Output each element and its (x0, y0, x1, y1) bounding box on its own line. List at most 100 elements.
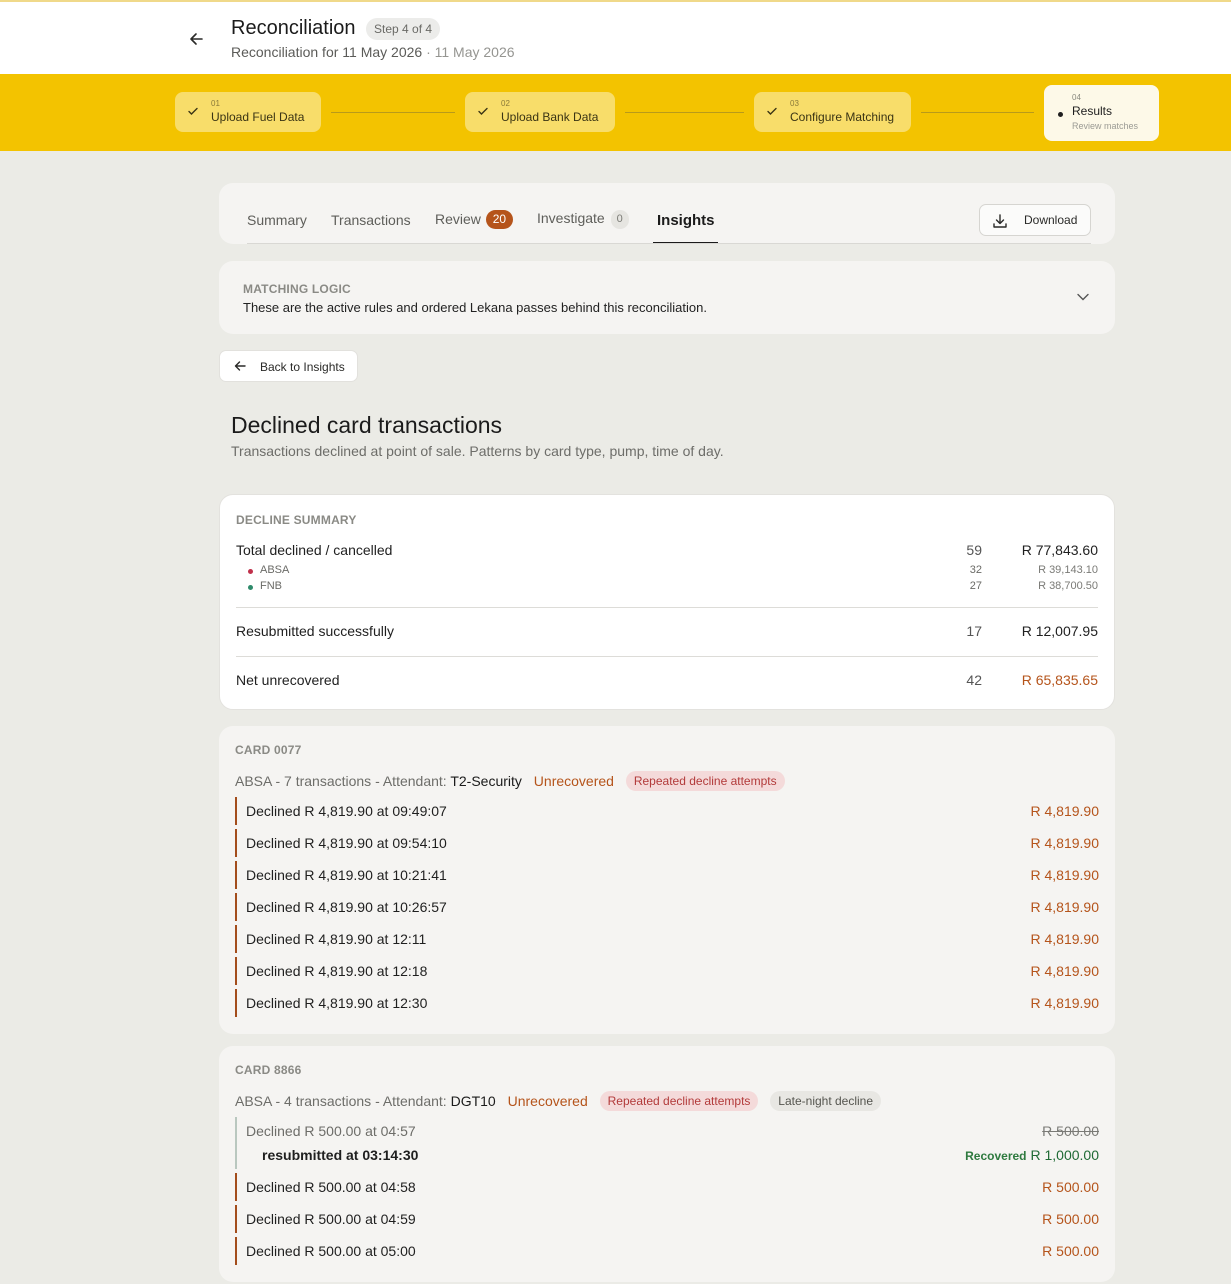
tag-repeated-decline: Repeated decline attempts (599, 1091, 759, 1111)
summary-count: 17 (966, 623, 982, 639)
transaction-row: Declined R 4,819.90 at 12:18 R 4,819.90 (235, 957, 1099, 985)
bank-count: 27 (969, 580, 982, 592)
download-icon (993, 214, 1007, 228)
transaction-text: Declined R 4,819.90 at 09:54:10 (246, 835, 447, 851)
step-number: 01 (211, 99, 220, 108)
page-title: Reconciliation (231, 17, 356, 39)
matching-logic-kicker: MATCHING LOGIC (243, 282, 351, 296)
transaction-text: Declined R 4,819.90 at 12:18 (246, 963, 428, 979)
transaction-row: Declined R 500.00 at 05:00 R 500.00 (235, 1237, 1099, 1265)
recovered-transaction-row: Declined R 500.00 at 04:57 R 500.00 resu… (235, 1117, 1099, 1169)
resubmitted-text: resubmitted at 03:14:30 (262, 1147, 419, 1163)
step-label: Upload Bank Data (501, 110, 599, 124)
back-to-insights-label: Back to Insights (260, 360, 345, 374)
tab-summary[interactable]: Summary (247, 212, 307, 228)
recovered-amount: R 1,000.00 (1030, 1147, 1100, 1163)
bank-dot-icon (248, 585, 253, 590)
summary-row-net: Net unrecovered 42 R 65,835.65 (236, 672, 1098, 688)
bank-count: 32 (969, 564, 982, 576)
transaction-amount: R 500.00 (1042, 1179, 1099, 1195)
card-meta: ABSA - 7 transactions - Attendant: T2-Se… (235, 771, 785, 791)
tab-transactions[interactable]: Transactions (331, 212, 411, 228)
subtitle-date: · 11 May 2026 (426, 44, 515, 60)
back-arrow-icon[interactable] (186, 28, 208, 50)
step-upload-fuel-data[interactable]: 01 Upload Fuel Data (175, 92, 321, 132)
step-results[interactable]: 04 Results Review matches (1044, 85, 1159, 141)
transaction-amount: R 4,819.90 (1030, 963, 1100, 979)
transaction-amount: R 4,819.90 (1030, 995, 1100, 1011)
transaction-text: Declined R 4,819.90 at 12:11 (246, 931, 427, 947)
arrow-left-icon (234, 361, 246, 371)
transaction-row: Declined R 500.00 at 04:58 R 500.00 (235, 1173, 1099, 1201)
transaction-text: Declined R 500.00 at 04:59 (246, 1211, 416, 1227)
transaction-amount: R 500.00 (1042, 1243, 1099, 1259)
page-subtitle: Reconciliation for 11 May 2026 · 11 May … (231, 44, 515, 60)
card-attendant: DGT10 (450, 1093, 496, 1109)
transaction-text: Declined R 4,819.90 at 10:26:57 (246, 899, 447, 915)
card-group-0077: CARD 0077 ABSA - 7 transactions - Attend… (219, 726, 1115, 1034)
transaction-row: Declined R 500.00 at 04:59 R 500.00 (235, 1205, 1099, 1233)
bank-name: ABSA (260, 564, 290, 576)
transaction-amount: R 4,819.90 (1030, 867, 1100, 883)
summary-row-total: Total declined / cancelled 59 R 77,843.6… (236, 542, 1098, 558)
summary-label: Resubmitted successfully (236, 623, 394, 639)
tab-investigate[interactable]: Investigate 0 (537, 210, 629, 229)
transaction-amount: R 4,819.90 (1030, 803, 1100, 819)
check-icon (188, 107, 198, 115)
card-attendant: T2-Security (450, 773, 522, 789)
tab-insights[interactable]: Insights (657, 212, 715, 229)
download-label: Download (1024, 213, 1078, 227)
card-meta-prefix: ABSA - 4 transactions - Attendant: (235, 1093, 447, 1109)
summary-count: 59 (966, 542, 982, 558)
summary-divider (236, 656, 1098, 657)
back-to-insights-button[interactable]: Back to Insights (219, 350, 358, 382)
summary-label: Total declined / cancelled (236, 542, 393, 558)
check-icon (478, 107, 488, 115)
step-configure-matching[interactable]: 03 Configure Matching (754, 92, 911, 132)
tab-review-label: Review (435, 211, 481, 227)
card-meta: ABSA - 4 transactions - Attendant: DGT10… (235, 1091, 882, 1111)
transaction-text: Declined R 500.00 at 04:57 (246, 1123, 416, 1139)
bank-amount: R 38,700.50 (1038, 580, 1098, 592)
step-connector (331, 112, 455, 113)
download-button[interactable]: Download (979, 204, 1091, 236)
transaction-row: Declined R 4,819.90 at 10:21:41 R 4,819.… (235, 861, 1099, 889)
recovered-amount-group: Recovered R 1,000.00 (965, 1147, 1099, 1165)
transaction-row: Declined R 4,819.90 at 09:54:10 R 4,819.… (235, 829, 1099, 857)
step-label: Results (1072, 104, 1113, 118)
transaction-amount: R 500.00 (1042, 1211, 1099, 1227)
transaction-amount: R 4,819.90 (1030, 899, 1100, 915)
step-sublabel: Review matches (1072, 121, 1139, 131)
card-meta-prefix: ABSA - 7 transactions - Attendant: (235, 773, 447, 789)
step-connector (921, 112, 1034, 113)
step-number: 02 (501, 99, 510, 108)
step-number: 03 (790, 99, 799, 108)
bank-dot-icon (248, 569, 253, 574)
decline-summary-kicker: DECLINE SUMMARY (236, 513, 357, 527)
chevron-down-icon[interactable] (1077, 293, 1089, 301)
page-header: Reconciliation Step 4 of 4 Reconciliatio… (0, 2, 1231, 74)
card-kicker: CARD 8866 (235, 1063, 302, 1077)
step-indicator-badge: Step 4 of 4 (366, 18, 441, 40)
bank-amount: R 39,143.10 (1038, 564, 1098, 576)
transaction-text: Declined R 500.00 at 05:00 (246, 1243, 416, 1259)
original-amount: R 500.00 (1042, 1123, 1099, 1139)
review-count-badge: 20 (485, 210, 513, 229)
check-icon (767, 107, 777, 115)
step-connector (625, 112, 744, 113)
transaction-row: Declined R 4,819.90 at 12:30 R 4,819.90 (235, 989, 1099, 1017)
investigate-count-badge: 0 (610, 210, 629, 229)
transaction-text: Declined R 4,819.90 at 09:49:07 (246, 803, 447, 819)
card-group-8866: CARD 8866 ABSA - 4 transactions - Attend… (219, 1046, 1115, 1282)
tag-repeated-decline: Repeated decline attempts (625, 771, 785, 791)
subtitle-text: Reconciliation for 11 May 2026 (231, 44, 423, 60)
transaction-amount: R 4,819.90 (1030, 931, 1100, 947)
summary-label: Net unrecovered (236, 672, 340, 688)
progress-stepper: 01 Upload Fuel Data 02 Upload Bank Data … (0, 74, 1231, 151)
transaction-row: Declined R 4,819.90 at 12:11 R 4,819.90 (235, 925, 1099, 953)
summary-divider (236, 607, 1098, 608)
tab-review[interactable]: Review 20 (435, 210, 513, 229)
section-subtitle: Transactions declined at point of sale. … (231, 443, 724, 459)
matching-logic-panel[interactable]: MATCHING LOGIC These are the active rule… (219, 261, 1115, 334)
step-upload-bank-data[interactable]: 02 Upload Bank Data (465, 92, 615, 132)
